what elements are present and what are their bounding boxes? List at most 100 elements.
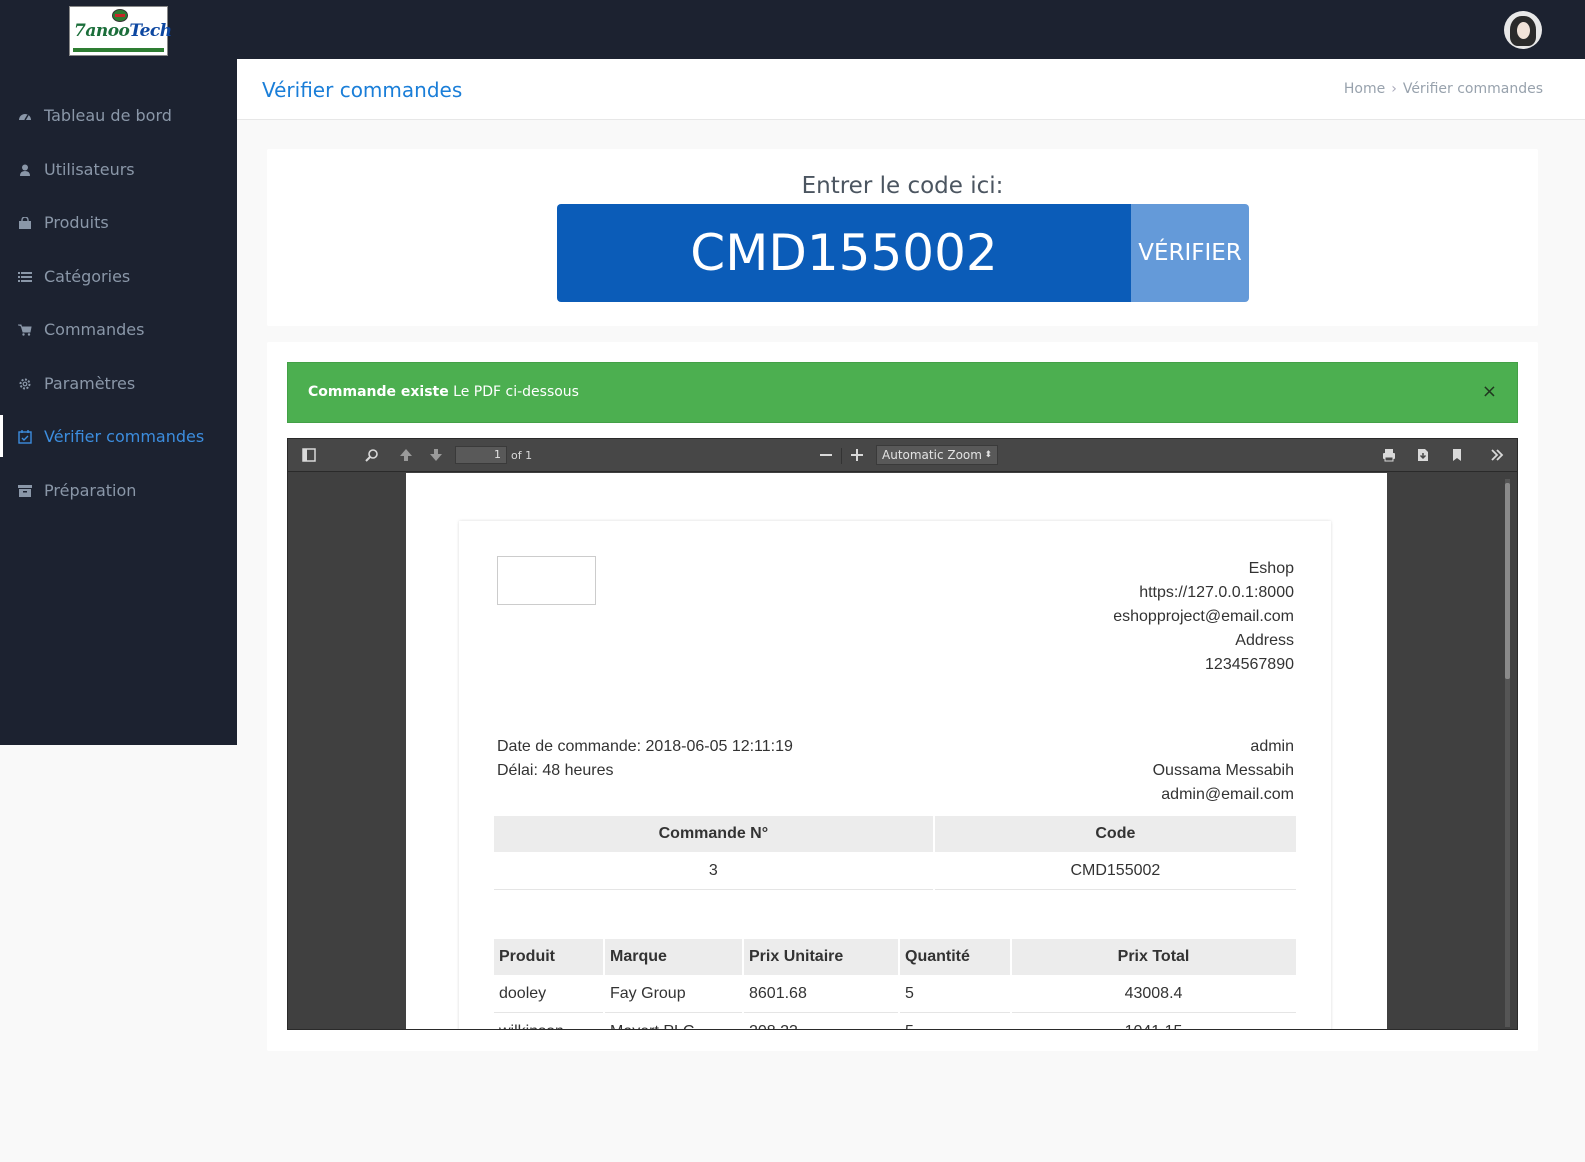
table-cell: 3 (494, 852, 933, 890)
sidebar-item-verify-orders[interactable]: Vérifier commandes (0, 415, 237, 457)
company-url: https://127.0.0.1:8000 (1139, 584, 1294, 601)
sidebar-item-label: Catégories (44, 267, 131, 286)
table-cell: Fay Group (605, 975, 742, 1013)
table-cell: 5 (900, 1013, 1010, 1030)
order-code-input[interactable] (557, 204, 1131, 302)
gear-icon (19, 378, 31, 390)
column-header: Code (934, 816, 1296, 852)
table-row: dooley Fay Group 8601.68 5 43008.4 (494, 975, 1296, 1013)
user-icon (20, 164, 30, 176)
column-header: Commande N° (494, 816, 933, 852)
table-row: 3 CMD155002 (494, 852, 1296, 890)
arrow-down-icon[interactable] (429, 448, 443, 462)
table-cell: dooley (494, 975, 603, 1013)
user-avatar[interactable] (1504, 11, 1542, 49)
sidebar-item-label: Utilisateurs (44, 160, 135, 179)
search-icon[interactable] (365, 448, 379, 462)
double-chevron-right-icon[interactable] (1490, 448, 1504, 462)
breadcrumb: Home › Vérifier commandes (1344, 81, 1543, 97)
page-number-input[interactable]: 1 (455, 446, 507, 464)
success-alert: Commande existe Le PDF ci-dessous × (287, 362, 1518, 423)
order-summary-table: Commande N° Code 3 CMD155002 (492, 816, 1298, 890)
avatar-face (1517, 22, 1530, 39)
page-total: of 1 (511, 449, 533, 462)
result-card: Commande existe Le PDF ci-dessous × 1 of… (267, 342, 1538, 1051)
column-header: Prix Total (1012, 939, 1296, 975)
zoom-value: Automatic Zoom (882, 448, 982, 462)
verify-card: Entrer le code ici: VÉRIFIER (267, 149, 1538, 326)
brand-logo[interactable]: 7anooTech (69, 6, 172, 56)
close-icon[interactable]: × (1482, 381, 1497, 402)
order-info: Date de commande: 2018-06-05 12:11:19 Dé… (497, 735, 793, 783)
company-info: Eshop https://127.0.0.1:8000 eshopprojec… (1113, 557, 1294, 677)
arrow-up-icon[interactable] (399, 448, 413, 462)
table-header-row: Commande N° Code (494, 816, 1296, 852)
shopping-bag-icon (19, 217, 31, 229)
table-header-row: Produit Marque Prix Unitaire Quantité Pr… (494, 939, 1296, 975)
table-cell: 8601.68 (744, 975, 898, 1013)
client-email: admin@email.com (1161, 786, 1294, 803)
zoom-out-icon[interactable] (819, 448, 833, 462)
sidebar-item-label: Préparation (44, 481, 137, 500)
table-cell: Mayert PLC (605, 1013, 742, 1030)
archive-icon (18, 485, 32, 497)
cart-icon (18, 324, 32, 336)
sidebar-item-preparation[interactable]: Préparation (0, 471, 237, 511)
company-name: Eshop (1248, 560, 1294, 577)
sidebar-item-products[interactable]: Produits (0, 203, 237, 243)
breadcrumb-home[interactable]: Home (1344, 81, 1385, 97)
sidebar-item-label: Commandes (44, 320, 145, 339)
company-phone: 1234567890 (1205, 656, 1294, 673)
list-icon (18, 272, 32, 282)
client-fullname: Oussama Messabih (1152, 762, 1294, 779)
column-header: Prix Unitaire (744, 939, 898, 975)
download-icon[interactable] (1416, 448, 1430, 462)
table-cell: wilkinson (494, 1013, 603, 1030)
pdf-page: Eshop https://127.0.0.1:8000 eshopprojec… (406, 473, 1387, 1030)
bookmark-icon[interactable] (1450, 448, 1464, 462)
order-date: Date de commande: 2018-06-05 12:11:19 (497, 738, 793, 755)
sidebar-item-categories[interactable]: Catégories (0, 257, 237, 297)
pdf-scrollbar-thumb[interactable] (1505, 483, 1510, 679)
sidebar-item-orders[interactable]: Commandes (0, 310, 237, 350)
calendar-check-icon (18, 430, 32, 444)
table-cell: 43008.4 (1012, 975, 1296, 1013)
alert-strong: Commande existe (308, 384, 449, 400)
zoom-select[interactable]: Automatic Zoom ⬍ (876, 445, 998, 465)
table-row: wilkinson Mayert PLC 208.23 5 1041.15 (494, 1013, 1296, 1030)
order-delay: Délai: 48 heures (497, 762, 614, 779)
company-email: eshopproject@email.com (1113, 608, 1294, 625)
alert-text: Le PDF ci-dessous (453, 384, 579, 400)
sidebar-item-settings[interactable]: Paramètres (0, 364, 237, 404)
client-username: admin (1250, 738, 1294, 755)
column-header: Quantité (900, 939, 1010, 975)
sidebar-item-users[interactable]: Utilisateurs (0, 150, 237, 190)
company-address: Address (1235, 632, 1294, 649)
pdf-viewer: 1 of 1 Automatic Zoom ⬍ Eshop https://127… (287, 438, 1518, 1030)
sidebar-item-label: Produits (44, 213, 109, 232)
invoice-document: Eshop https://127.0.0.1:8000 eshopprojec… (459, 521, 1331, 1030)
table-cell: 5 (900, 975, 1010, 1013)
column-header: Produit (494, 939, 603, 975)
pdf-toolbar: 1 of 1 Automatic Zoom ⬍ (288, 439, 1517, 472)
sidebar-item-label: Vérifier commandes (44, 427, 205, 446)
order-items-table: Produit Marque Prix Unitaire Quantité Pr… (492, 939, 1298, 1030)
table-cell: 208.23 (744, 1013, 898, 1030)
print-icon[interactable] (1382, 448, 1396, 462)
sidebar-toggle-icon[interactable] (302, 448, 316, 462)
page-title: Vérifier commandes (262, 78, 463, 102)
code-label: Entrer le code ici: (801, 173, 1004, 199)
zoom-in-icon[interactable] (850, 448, 864, 462)
updown-icon: ⬍ (984, 450, 992, 460)
sidebar-item-dashboard[interactable]: Tableau de bord (0, 96, 237, 136)
logo-underline (73, 48, 164, 52)
client-info: admin Oussama Messabih admin@email.com (1153, 735, 1294, 807)
top-navbar: 7anooTech (0, 0, 1585, 59)
breadcrumb-current: Vérifier commandes (1402, 81, 1543, 97)
content-header: Vérifier commandes Home › Vérifier command… (237, 59, 1585, 120)
table-cell: 1041.15 (1012, 1013, 1296, 1030)
verify-button[interactable]: VÉRIFIER (1131, 204, 1249, 302)
sidebar: Tableau de bord Utilisateurs Produits Ca… (0, 59, 237, 745)
chevron-right-icon: › (1391, 81, 1397, 97)
sidebar-item-label: Paramètres (44, 374, 136, 393)
